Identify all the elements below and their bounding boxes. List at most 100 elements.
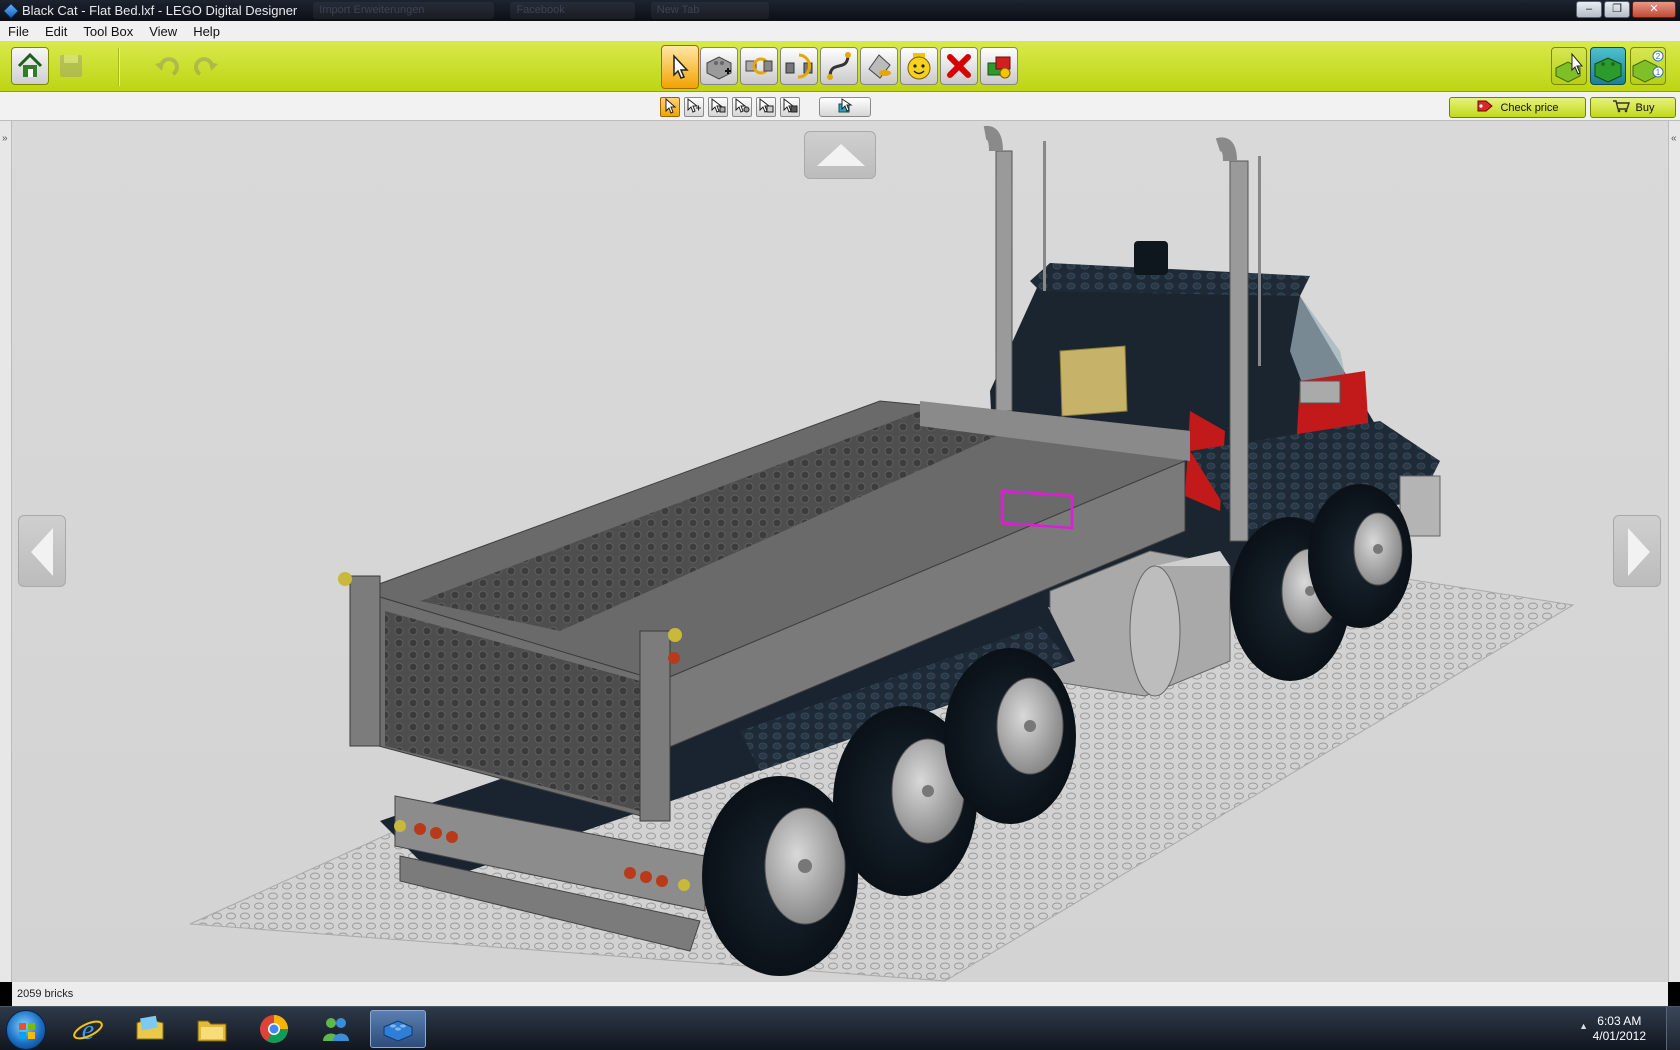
taskbar-messenger[interactable] (308, 1010, 364, 1048)
window-title: Black Cat - Flat Bed.lxf - LEGO Digital … (22, 3, 298, 18)
delete-icon (947, 54, 971, 78)
save-icon (60, 55, 82, 77)
selection-toolbar: Check price Buy (0, 92, 1680, 121)
build-mode-button[interactable] (1551, 47, 1587, 85)
flex-icon (827, 52, 851, 80)
windows-logo-icon (19, 1023, 35, 1039)
building-guide-button[interactable]: 21 (1630, 47, 1666, 85)
check-price-button[interactable]: Check price (1449, 97, 1586, 118)
undo-button[interactable] (148, 47, 186, 85)
menu-edit[interactable]: Edit (37, 24, 75, 39)
folder-stack-icon (136, 1015, 164, 1040)
folder-icon (197, 1020, 227, 1042)
clock-time: 6:03 AM (1597, 1014, 1642, 1028)
same-brick-select-icon (759, 97, 774, 113)
model-viewport[interactable]: » « (0, 121, 1680, 982)
rotate-up-button[interactable] (804, 131, 876, 179)
chrome-icon (260, 1015, 288, 1043)
buy-label: Buy (1635, 101, 1655, 114)
hinge-tool-button[interactable] (740, 47, 778, 85)
flex-tool-button[interactable] (820, 47, 858, 85)
view-mode-icon (1594, 57, 1622, 83)
taskbar-lego-digital-designer[interactable] (370, 1010, 426, 1048)
invert-select-button[interactable] (780, 97, 800, 117)
expand-right-icon: « (1671, 133, 1677, 144)
title-bar: Black Cat - Flat Bed.lxf - LEGO Digital … (0, 0, 1680, 21)
taskbar-file-manager[interactable] (184, 1010, 240, 1048)
multi-select-icon (687, 97, 701, 113)
buy-button[interactable]: Buy (1590, 97, 1676, 118)
clone-tool-button[interactable] (700, 47, 738, 85)
connected-select-icon (711, 97, 726, 113)
menu-toolbox[interactable]: Tool Box (75, 24, 141, 39)
cursor-icon (665, 97, 677, 114)
building-guide-icon: 21 (1632, 50, 1664, 83)
hinge-align-icon (785, 53, 813, 79)
paint-tool-button[interactable] (860, 47, 898, 85)
menu-bar: File Edit Tool Box View Help (0, 21, 1680, 42)
truck-model-render[interactable] (0, 121, 1680, 982)
taskbar-explorer[interactable] (122, 1010, 178, 1048)
svg-text:e: e (82, 1015, 94, 1045)
close-button[interactable]: ✕ (1632, 1, 1676, 18)
left-panel-collapsed[interactable]: » (0, 121, 12, 982)
system-clock[interactable]: 6:03 AM 4/01/2012 (1593, 1014, 1646, 1044)
menu-help[interactable]: Help (185, 24, 228, 39)
rotate-right-button[interactable] (1613, 515, 1661, 587)
show-desktop-button[interactable] (1666, 1007, 1680, 1050)
background-tab: New Tab (650, 2, 770, 19)
tray-expand-icon[interactable]: ▲ (1579, 1021, 1588, 1031)
group-icon (838, 98, 853, 113)
color-select-icon (735, 97, 750, 113)
menu-file[interactable]: File (0, 24, 37, 39)
redo-button[interactable] (187, 47, 225, 85)
background-tab: Facebook (510, 2, 635, 19)
front-wheel (1308, 484, 1412, 628)
arrow-right-icon (1628, 528, 1650, 576)
rear-wheel (944, 648, 1076, 824)
rotate-left-button[interactable] (18, 515, 66, 587)
hinge-align-tool-button[interactable] (780, 47, 818, 85)
multi-select-button[interactable] (684, 97, 704, 117)
clock-date: 4/01/2012 (1592, 1029, 1646, 1043)
windows-taskbar: e ▲ 6:03 AM 4/01/2012 (0, 1006, 1680, 1050)
view-mode-button[interactable] (1590, 47, 1626, 85)
home-icon (17, 52, 43, 77)
svg-text:2: 2 (1656, 52, 1661, 61)
hinge-icon (745, 57, 773, 75)
same-brick-select-button[interactable] (756, 97, 776, 117)
brick-count: 2059 bricks (17, 988, 74, 1000)
hide-tool-button[interactable] (980, 47, 1018, 85)
messenger-icon (323, 1018, 349, 1041)
minimize-button[interactable]: ‒ (1576, 1, 1602, 18)
status-bar: 2059 bricks (12, 982, 1668, 1006)
color-select-button[interactable] (732, 97, 752, 117)
start-button[interactable] (6, 1010, 46, 1050)
main-toolbar: 21 (0, 42, 1680, 92)
internet-explorer-icon: e (73, 1015, 103, 1045)
save-button[interactable] (52, 47, 90, 85)
price-tag-icon (1476, 99, 1494, 116)
decorate-icon (907, 53, 931, 80)
lego-brick-icon (383, 1020, 413, 1042)
menu-view[interactable]: View (141, 24, 185, 39)
arrow-left-icon (31, 528, 53, 576)
taskbar-chrome[interactable] (246, 1010, 302, 1048)
connected-select-button[interactable] (708, 97, 728, 117)
select-tool-button[interactable] (661, 45, 699, 89)
invert-select-icon (783, 97, 798, 113)
undo-icon (155, 57, 179, 76)
decorate-tool-button[interactable] (900, 47, 938, 85)
home-button[interactable] (11, 47, 49, 85)
paint-icon (868, 54, 891, 79)
taskbar-internet-explorer[interactable]: e (60, 1010, 116, 1048)
group-select-button[interactable] (819, 97, 871, 117)
background-tab: Import Erweiterungen (313, 2, 495, 19)
restore-button[interactable]: ❐ (1604, 1, 1630, 18)
hide-icon (987, 56, 1011, 79)
right-panel-collapsed[interactable]: « (1668, 121, 1680, 982)
svg-text:1: 1 (1656, 68, 1661, 77)
delete-tool-button[interactable] (940, 47, 978, 85)
single-select-button[interactable] (660, 97, 680, 117)
toolbar-separator (118, 48, 120, 86)
